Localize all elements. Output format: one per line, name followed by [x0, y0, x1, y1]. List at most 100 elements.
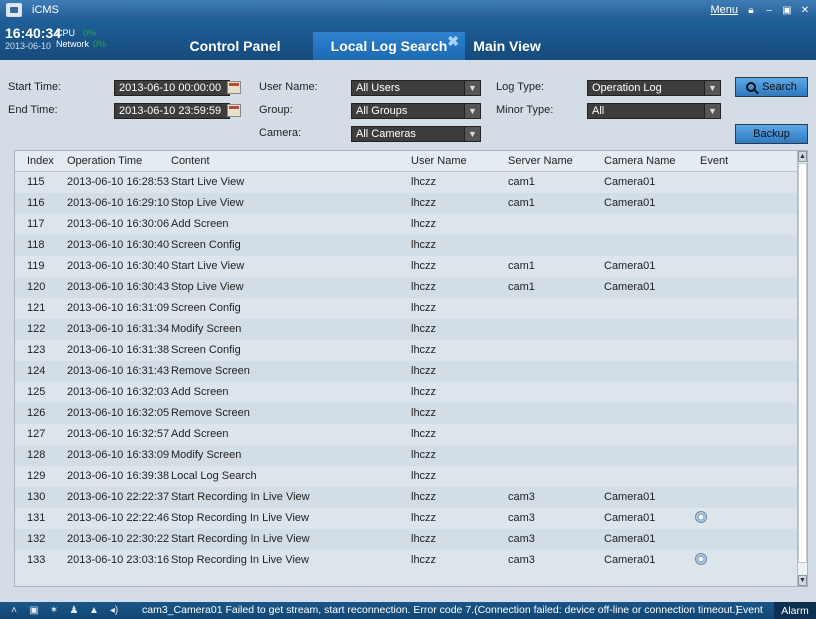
cell-index: 118: [27, 239, 45, 251]
camera-select[interactable]: All Cameras ▼: [351, 126, 481, 142]
calendar-icon[interactable]: [227, 81, 241, 94]
cell-content: Start Recording In Live View: [171, 491, 310, 503]
expand-icon[interactable]: ˄: [8, 605, 20, 617]
table-row[interactable]: 127 2013-06-10 16:32:57 Add Screen lhczz: [15, 424, 799, 445]
table-row[interactable]: 121 2013-06-10 16:31:09 Screen Config lhczz: [15, 298, 799, 319]
app-logo-icon: [6, 3, 22, 17]
chevron-down-icon: ▼: [704, 104, 720, 118]
cell-content: Start Live View: [171, 260, 245, 272]
cell-content: Stop Live View: [171, 197, 244, 209]
cell-camera-name: Camera01: [604, 491, 656, 503]
table-row[interactable]: 133 2013-06-10 23:03:16 Stop Recording In …: [15, 550, 799, 571]
chevron-down-icon: ▼: [464, 81, 480, 95]
table-row[interactable]: 120 2013-06-10 16:30:43 Stop Live View lhcz…: [15, 277, 799, 298]
cell-operation-time: 2013-06-10 16:39:38: [67, 470, 170, 482]
menu-button[interactable]: Menu: [710, 4, 738, 16]
tab-close-icon[interactable]: ✖: [447, 33, 459, 50]
event-icon[interactable]: [695, 511, 707, 523]
table-row[interactable]: 124 2013-06-10 16:31:43 Remove Screen lhczz: [15, 361, 799, 382]
scroll-down-icon[interactable]: ▼: [798, 575, 807, 586]
status-message: cam3_Camera01 Failed to get stream, star…: [142, 604, 739, 616]
camera-label: Camera:: [259, 127, 302, 139]
table-row[interactable]: 119 2013-06-10 16:30:40 Start Live View lhc…: [15, 256, 799, 277]
end-time-field[interactable]: 2013-06-10 23:59:59: [114, 103, 230, 119]
cell-user-name: lhczz: [411, 386, 437, 398]
tab-label: Control Panel: [189, 38, 281, 54]
column-header-camera-name[interactable]: Camera Name: [604, 155, 676, 167]
table-row[interactable]: 125 2013-06-10 16:32:03 Add Screen lhczz: [15, 382, 799, 403]
column-header-user-name[interactable]: User Name: [411, 155, 467, 167]
scroll-up-icon[interactable]: ▲: [798, 151, 807, 162]
table-row[interactable]: 123 2013-06-10 16:31:38 Screen Config lhczz: [15, 340, 799, 361]
camera-value: All Cameras: [356, 128, 416, 140]
minor-type-select[interactable]: All ▼: [587, 103, 721, 119]
cell-operation-time: 2013-06-10 16:31:09: [67, 302, 170, 314]
tab-main-view[interactable]: Main View: [468, 32, 546, 60]
tab-local-log-search[interactable]: Local Log Search ✖: [313, 32, 465, 60]
alarm-tab[interactable]: Alarm: [774, 602, 816, 619]
table-scrollbar[interactable]: ▲ ▼: [797, 151, 807, 586]
start-time-label: Start Time:: [8, 81, 62, 93]
cell-user-name: lhczz: [411, 428, 437, 440]
column-header-event[interactable]: Event: [700, 155, 728, 167]
cell-user-name: lhczz: [411, 491, 437, 503]
cell-user-name: lhczz: [411, 197, 437, 209]
minor-type-value: All: [592, 105, 605, 117]
pin-icon[interactable]: ✶: [48, 605, 60, 617]
event-tab[interactable]: Event: [736, 604, 763, 616]
network-label: Network: [56, 39, 90, 49]
table-row[interactable]: 129 2013-06-10 16:39:38 Local Log Search lh…: [15, 466, 799, 487]
column-header-index[interactable]: Index: [27, 155, 54, 167]
start-time-field[interactable]: 2013-06-10 00:00:00: [114, 80, 230, 96]
user-icon[interactable]: ♟: [68, 605, 80, 617]
group-select[interactable]: All Groups ▼: [351, 103, 481, 119]
table-row[interactable]: 118 2013-06-10 16:30:40 Screen Config lhczz: [15, 235, 799, 256]
system-metrics: CPU 0% Network 0%: [56, 28, 106, 50]
log-type-select[interactable]: Operation Log ▼: [587, 80, 721, 96]
table-row[interactable]: 130 2013-06-10 22:22:37 Start Recording In…: [15, 487, 799, 508]
cell-content: Screen Config: [171, 344, 241, 356]
cell-camera-name: Camera01: [604, 533, 656, 545]
table-row[interactable]: 117 2013-06-10 16:30:06 Add Screen lhczz: [15, 214, 799, 235]
table-row[interactable]: 131 2013-06-10 22:22:46 Stop Recording In …: [15, 508, 799, 529]
monitor-icon[interactable]: ▣: [28, 605, 40, 617]
cell-server-name: cam1: [508, 176, 535, 188]
cell-operation-time: 2013-06-10 16:30:40: [67, 239, 170, 251]
table-row[interactable]: 132 2013-06-10 22:30:22 Start Recording In…: [15, 529, 799, 550]
restore-icon[interactable]: ▣: [782, 5, 792, 16]
cell-user-name: lhczz: [411, 533, 437, 545]
user-name-label: User Name:: [259, 81, 318, 93]
user-name-select[interactable]: All Users ▼: [351, 80, 481, 96]
table-row[interactable]: 128 2013-06-10 16:33:09 Modify Screen lhczz: [15, 445, 799, 466]
cell-index: 117: [27, 218, 45, 230]
chevron-down-icon: ▼: [464, 127, 480, 141]
column-header-content[interactable]: Content: [171, 155, 210, 167]
tab-control-panel[interactable]: Control Panel: [160, 32, 310, 60]
cell-camera-name: Camera01: [604, 512, 656, 524]
column-header-server-name[interactable]: Server Name: [508, 155, 573, 167]
title-bar: iCMS Menu 🔒︎ – ▣ ✕: [0, 0, 816, 20]
table-row[interactable]: 126 2013-06-10 16:32:05 Remove Screen lhczz: [15, 403, 799, 424]
alert-icon[interactable]: ▲: [88, 605, 100, 617]
cell-content: Screen Config: [171, 239, 241, 251]
table-row[interactable]: 122 2013-06-10 16:31:34 Modify Screen lhczz: [15, 319, 799, 340]
calendar-icon[interactable]: [227, 104, 241, 117]
speaker-icon[interactable]: ◂): [108, 605, 120, 617]
cell-content: Add Screen: [171, 386, 229, 398]
lock-icon[interactable]: 🔒︎: [746, 5, 756, 16]
table-row[interactable]: 115 2013-06-10 16:28:53 Start Live View lhc…: [15, 172, 799, 193]
cell-user-name: lhczz: [411, 344, 437, 356]
cell-user-name: lhczz: [411, 281, 437, 293]
scrollbar-thumb[interactable]: [798, 163, 807, 563]
column-header-operation-time[interactable]: Operation Time: [67, 155, 142, 167]
cell-operation-time: 2013-06-10 22:30:22: [67, 533, 170, 545]
table-row[interactable]: 116 2013-06-10 16:29:10 Stop Live View lhcz…: [15, 193, 799, 214]
cell-operation-time: 2013-06-10 16:32:03: [67, 386, 170, 398]
event-icon[interactable]: [695, 553, 707, 565]
cell-content: Add Screen: [171, 218, 229, 230]
end-time-label: End Time:: [8, 104, 58, 116]
search-button[interactable]: Search: [735, 77, 808, 97]
minimize-icon[interactable]: –: [764, 5, 774, 16]
backup-button[interactable]: Backup: [735, 124, 808, 144]
close-icon[interactable]: ✕: [800, 5, 810, 16]
